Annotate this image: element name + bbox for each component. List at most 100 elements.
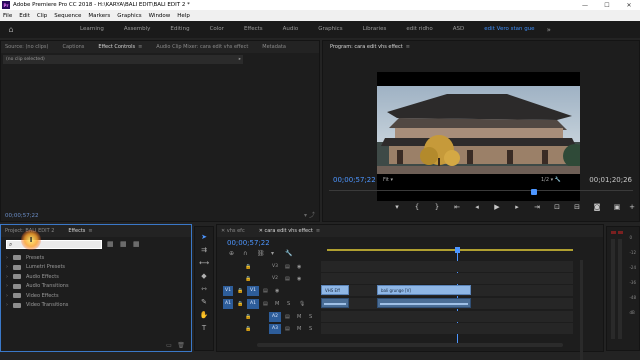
workspace-tab-editing[interactable]: Editing (170, 26, 189, 34)
sync-lock-icon[interactable]: ▤ (285, 326, 297, 332)
timeline-horizontal-scrollbar[interactable] (257, 343, 563, 347)
panel-menu-icon[interactable]: ≡ (138, 44, 142, 50)
workspace-tab-edit-ridho[interactable]: edit ridho (406, 26, 432, 34)
sync-lock-icon[interactable]: ▤ (263, 288, 275, 294)
eye-icon[interactable]: ◉ (297, 276, 309, 282)
menu-help[interactable]: Help (177, 13, 190, 19)
track-lane-v3[interactable] (321, 261, 573, 272)
sync-lock-icon[interactable]: ▤ (285, 276, 297, 282)
accelerated-effects-icon[interactable]: ▦ (107, 240, 120, 248)
list-item[interactable]: › Presets (6, 253, 69, 263)
yuv-effects-icon[interactable]: ▦ (133, 240, 146, 248)
chevron-right-icon[interactable]: › (6, 255, 13, 261)
list-item[interactable]: › Lumetri Presets (6, 263, 69, 273)
lock-icon[interactable]: 🔒 (245, 326, 255, 332)
microphone-icon[interactable]: 🎙 (299, 301, 311, 307)
home-icon[interactable]: ⌂ (4, 23, 18, 37)
track-lane-v2[interactable] (321, 273, 573, 284)
menu-markers[interactable]: Markers (88, 13, 110, 19)
step-back-icon[interactable]: ◂ (467, 203, 487, 211)
chevron-right-icon[interactable]: › (6, 293, 13, 299)
play-icon[interactable]: ▸ (239, 55, 241, 64)
menu-file[interactable]: File (3, 13, 12, 19)
list-item[interactable]: › Audio Effects (6, 272, 69, 282)
program-scrub-bar[interactable] (329, 190, 633, 196)
razor-tool-icon[interactable]: ◆ (201, 270, 206, 283)
workspace-tab-libraries[interactable]: Libraries (363, 26, 387, 34)
track-name[interactable]: A2 (269, 311, 281, 322)
go-to-in-icon[interactable]: ⇤ (447, 203, 467, 211)
mute-button[interactable]: M (275, 301, 287, 307)
source-patch[interactable] (255, 312, 265, 322)
settings-wrench-icon[interactable]: 🔧 (285, 250, 299, 257)
lock-icon[interactable]: 🔒 (245, 264, 255, 270)
close-button[interactable]: ✕ (618, 0, 640, 10)
solo-button[interactable]: S (309, 326, 321, 332)
timeline-vertical-scrollbar[interactable] (580, 260, 583, 360)
selection-tool-icon[interactable]: ➤ (201, 231, 207, 244)
tab-effect-controls[interactable]: Effect Controls ≡ (98, 44, 142, 50)
snap-icon[interactable]: ∩ (243, 250, 257, 257)
eye-icon[interactable]: ◉ (297, 264, 309, 270)
maximize-button[interactable]: ☐ (596, 0, 618, 10)
go-to-out-icon[interactable]: ⇥ (527, 203, 547, 211)
comparison-view-icon[interactable]: ▣ (607, 203, 627, 211)
source-patch[interactable]: A1 (223, 298, 233, 309)
slip-tool-icon[interactable]: ⇿ (201, 283, 207, 296)
workspace-tab-color[interactable]: Color (210, 26, 224, 34)
mute-button[interactable]: M (297, 314, 309, 320)
track-select-tool-icon[interactable]: ⇉ (201, 244, 207, 257)
chevron-right-icon[interactable]: › (6, 264, 13, 270)
track-lane-v1[interactable]: VHS Eff bali grunge [V] (321, 285, 573, 296)
chevron-right-icon[interactable]: › (6, 302, 13, 308)
workspace-tab-learning[interactable]: Learning (80, 26, 104, 34)
audio-clip[interactable] (377, 298, 471, 308)
chevron-right-icon[interactable]: › (6, 274, 13, 280)
menu-graphics[interactable]: Graphics (117, 13, 141, 19)
track-name[interactable]: A1 (247, 298, 259, 309)
workspace-tab-effects[interactable]: Effects (244, 26, 263, 34)
track-lane-a2[interactable] (321, 311, 573, 322)
source-patch[interactable] (255, 324, 265, 334)
track-lane-a1[interactable] (321, 298, 573, 309)
playback-resolution-select[interactable]: 1/2 ▾ 🔧 (541, 177, 561, 183)
minimize-button[interactable]: — (574, 0, 596, 10)
tab-metadata[interactable]: Metadata (262, 44, 286, 50)
workspace-tab-audio[interactable]: Audio (283, 26, 299, 34)
linked-selection-icon[interactable]: ⛓ (257, 250, 271, 257)
zoom-level-select[interactable]: Fit ▾ (383, 177, 393, 183)
clip-indicator-right[interactable] (618, 231, 623, 234)
timeline-menu-icon[interactable]: ≡ (316, 228, 320, 234)
chevron-right-icon[interactable]: › (6, 283, 13, 289)
step-forward-icon[interactable]: ▸ (507, 203, 527, 211)
tab-sequence-vhs-efc[interactable]: ✕ vhs efc (221, 228, 245, 234)
effects-menu-icon[interactable]: ≡ (88, 228, 92, 234)
track-name[interactable]: A3 (269, 323, 281, 334)
program-timecode[interactable]: 00;00;57;22 (333, 176, 376, 184)
workspace-tab-graphics[interactable]: Graphics (318, 26, 342, 34)
timeline-timecode[interactable]: 00;00;57;22 (227, 239, 270, 247)
export-icon[interactable]: ⤴ (309, 212, 315, 219)
sync-lock-icon[interactable]: ▤ (285, 314, 297, 320)
nest-icon[interactable]: ⊕ (229, 250, 243, 257)
type-tool-icon[interactable]: T (202, 322, 206, 335)
solo-button[interactable]: S (287, 301, 299, 307)
trash-icon[interactable]: 🗑 (175, 342, 187, 349)
source-patch[interactable] (255, 262, 265, 272)
timeline-clip[interactable]: bali grunge [V] (377, 285, 471, 295)
sync-lock-icon[interactable]: ▤ (285, 264, 297, 270)
tab-program[interactable]: Program: cara edit vhs effect ≡ (330, 44, 410, 50)
clip-indicator-left[interactable] (611, 231, 616, 234)
ripple-edit-tool-icon[interactable]: ⟷ (199, 257, 209, 270)
new-bin-icon[interactable]: ▭ (163, 342, 175, 349)
more-workspaces-icon[interactable]: » (547, 26, 551, 34)
list-item[interactable]: › Video Transitions (6, 301, 69, 311)
workspace-tab-asd[interactable]: ASD (453, 26, 465, 34)
menu-clip[interactable]: Clip (37, 13, 47, 19)
pen-tool-icon[interactable]: ✎ (201, 296, 207, 309)
sync-lock-icon[interactable]: ▤ (263, 301, 275, 307)
play-button[interactable]: ▶ (487, 203, 507, 211)
menu-sequence[interactable]: Sequence (54, 13, 81, 19)
eye-icon[interactable]: ◉ (275, 288, 287, 294)
lock-icon[interactable]: 🔒 (237, 301, 247, 307)
